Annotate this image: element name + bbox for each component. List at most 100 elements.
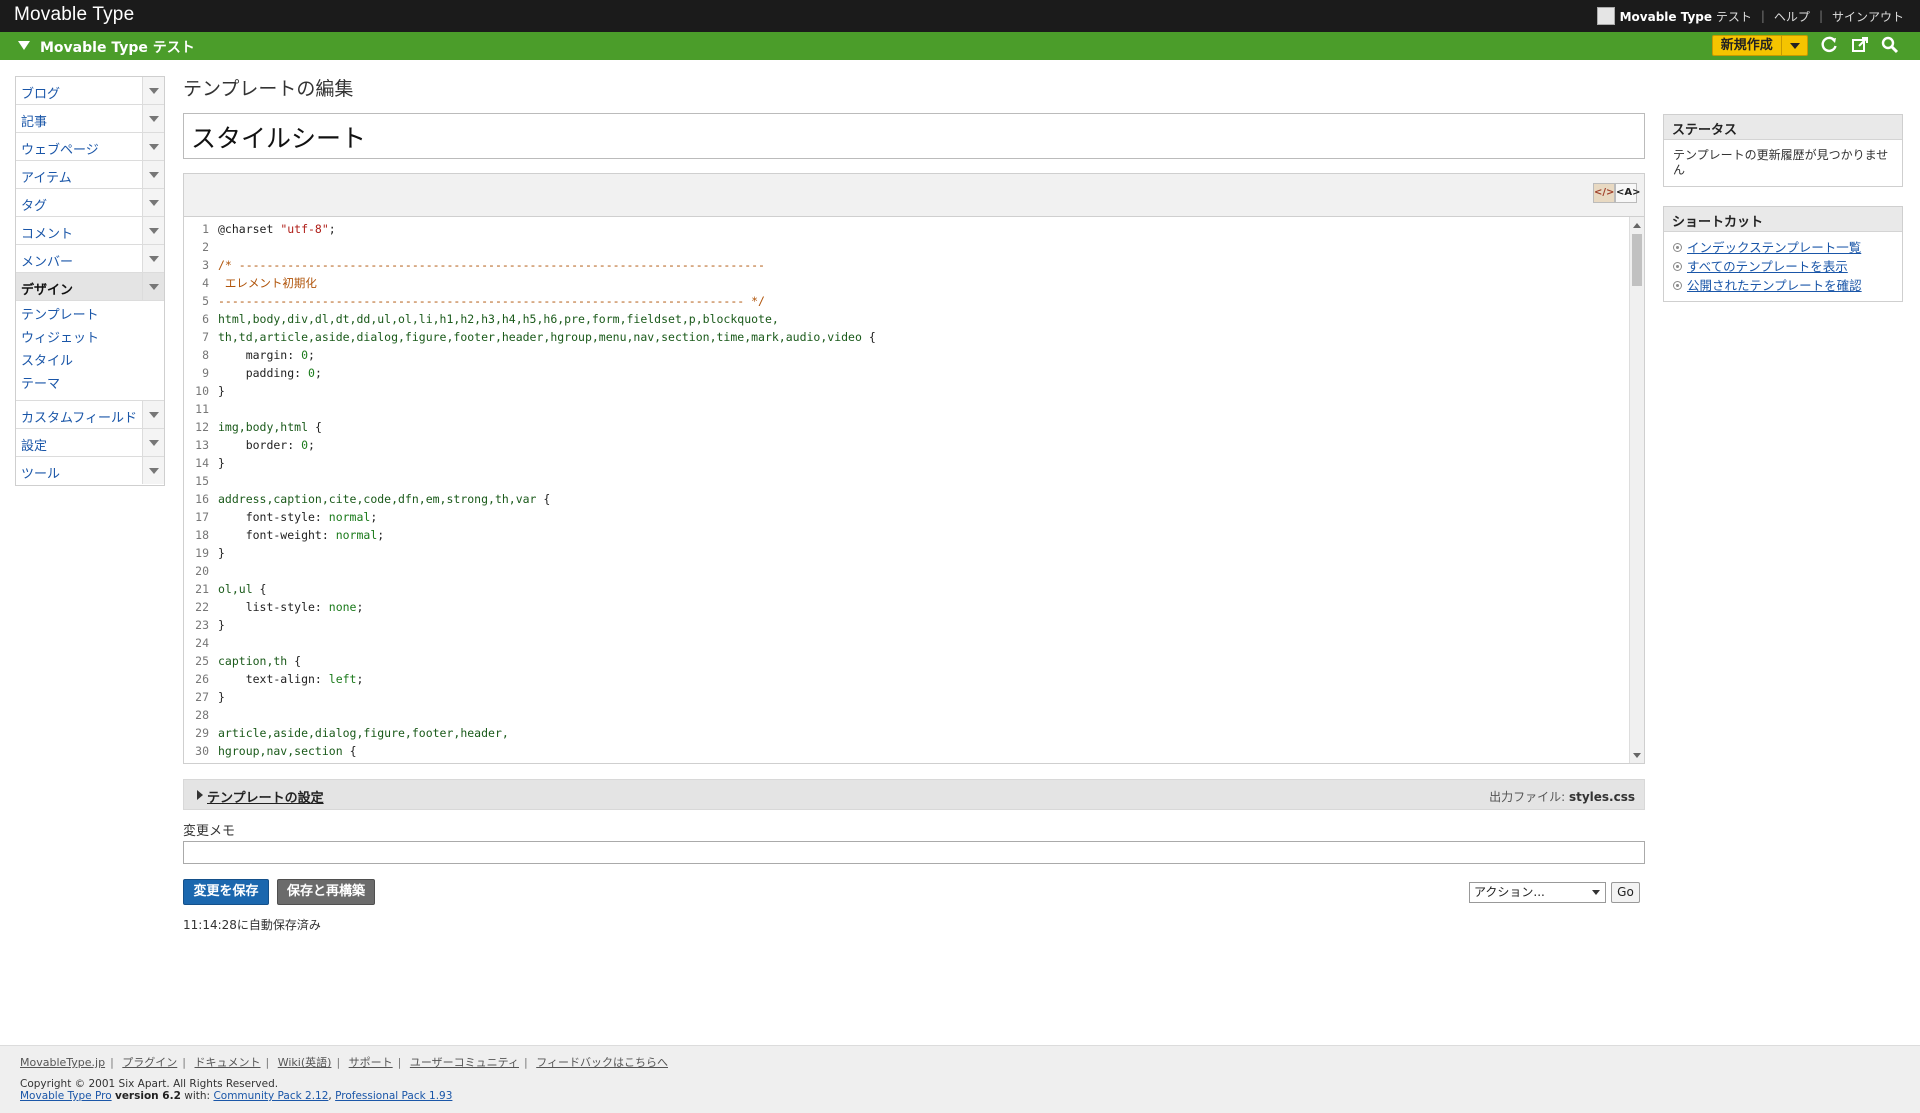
- chevron-down-icon[interactable]: [142, 189, 164, 216]
- sidebar-item-design[interactable]: デザイン: [16, 273, 164, 301]
- go-button[interactable]: Go: [1611, 882, 1640, 903]
- chevron-down-icon[interactable]: [142, 457, 164, 484]
- refresh-icon[interactable]: [1819, 36, 1839, 56]
- sidebar-item-label[interactable]: アイテム: [21, 167, 72, 186]
- signout-link[interactable]: サインアウト: [1832, 8, 1904, 25]
- footer-link[interactable]: ドキュメント: [195, 1056, 261, 1069]
- footer-link[interactable]: フィードバックはこちらへ: [536, 1056, 668, 1069]
- scroll-down-icon[interactable]: [1633, 753, 1641, 758]
- action-select[interactable]: アクション...: [1469, 882, 1606, 903]
- sidebar-item-label[interactable]: メンバー: [21, 251, 73, 270]
- sidebar-item-pages[interactable]: ウェブページ: [16, 133, 164, 161]
- footer-link[interactable]: Wiki(英語): [278, 1056, 332, 1069]
- sidebar-item-label[interactable]: デザイン: [21, 279, 73, 298]
- line-number: 13: [195, 438, 209, 452]
- line-number: 7: [202, 330, 209, 344]
- chevron-down-icon[interactable]: [142, 245, 164, 272]
- line-number: 15: [195, 474, 209, 488]
- sidebar-subitem-styles[interactable]: スタイル: [16, 350, 164, 373]
- professional-pack-link[interactable]: Professional Pack 1.93: [335, 1090, 452, 1102]
- sidebar-item-label[interactable]: 記事: [21, 111, 47, 130]
- scroll-up-icon[interactable]: [1633, 223, 1641, 228]
- sidebar-item-tools[interactable]: ツール: [16, 457, 164, 485]
- sidebar-subitem-themes[interactable]: テーマ: [16, 373, 164, 396]
- sidebar-item-label[interactable]: ツール: [21, 463, 60, 482]
- shortcut-link-index-templates[interactable]: インデックステンプレート一覧: [1687, 240, 1861, 255]
- sidebar-item-label[interactable]: カスタムフィールド: [21, 407, 137, 426]
- site-switcher-caret-icon[interactable]: [18, 41, 30, 50]
- sidebar-item-settings[interactable]: 設定: [16, 429, 164, 457]
- footer-link[interactable]: サポート: [349, 1056, 393, 1069]
- sidebar-item-blog[interactable]: ブログ: [16, 77, 164, 105]
- sidebar-item-members[interactable]: メンバー: [16, 245, 164, 273]
- chevron-down-icon[interactable]: [142, 133, 164, 160]
- change-memo-label: 変更メモ: [183, 824, 236, 839]
- line-number: 12: [195, 420, 209, 434]
- status-widget-title: ステータス: [1664, 115, 1902, 140]
- sidebar-subitem-widgets[interactable]: ウィジェット: [16, 327, 164, 350]
- code-line: エレメント初期化: [218, 276, 317, 290]
- separator: |: [110, 1056, 114, 1069]
- chevron-down-icon[interactable]: [142, 161, 164, 188]
- code-line: font-style: normal;: [218, 510, 378, 524]
- sidebar-item-label[interactable]: 設定: [21, 435, 47, 454]
- user-avatar[interactable]: [1596, 7, 1615, 25]
- output-file-name: styles.css: [1568, 790, 1635, 804]
- help-link[interactable]: ヘルプ: [1774, 8, 1810, 25]
- save-and-rebuild-button[interactable]: 保存と再構築: [277, 879, 375, 905]
- user-site-name-suffix: テスト: [1715, 9, 1752, 24]
- change-memo-input[interactable]: [183, 841, 1645, 864]
- site-name[interactable]: Movable Type テスト: [40, 37, 195, 57]
- view-site-icon[interactable]: [1850, 36, 1870, 56]
- chevron-down-icon[interactable]: [142, 105, 164, 132]
- code-line: font-weight: normal;: [218, 528, 385, 542]
- footer: MovableType.jp | プラグイン | ドキュメント | Wiki(英語) |…: [0, 1045, 1920, 1113]
- line-number: 3: [202, 258, 209, 272]
- code-textarea[interactable]: 1 2 3 4 5 6 7 8 9 10 11 12 13 14 15 16 17 18 19 20 21 22 23 24 2…: [184, 216, 1644, 763]
- line-number: 4: [202, 276, 209, 290]
- search-icon[interactable]: [1880, 36, 1900, 56]
- footer-link[interactable]: プラグイン: [122, 1056, 177, 1069]
- new-button-dropdown-icon[interactable]: [1782, 36, 1807, 55]
- community-pack-link[interactable]: Community Pack 2.12: [213, 1090, 328, 1102]
- copyright: Copyright © 2001 Six Apart. All Rights R…: [20, 1078, 279, 1090]
- user-site-name[interactable]: Movable Type テスト: [1620, 8, 1752, 25]
- sidebar-item-assets[interactable]: アイテム: [16, 161, 164, 189]
- sidebar-item-custom-fields[interactable]: カスタムフィールド: [16, 401, 164, 429]
- new-button-label[interactable]: 新規作成: [1713, 36, 1782, 55]
- scroll-thumb[interactable]: [1632, 234, 1642, 286]
- template-settings-label[interactable]: テンプレートの設定: [207, 787, 324, 806]
- footer-link[interactable]: ユーザーコミュニティ: [410, 1056, 519, 1069]
- chevron-down-icon[interactable]: [142, 429, 164, 456]
- sidebar-item-label[interactable]: タグ: [21, 195, 47, 214]
- chevron-down-icon[interactable]: [142, 77, 164, 104]
- brand-logo[interactable]: Movable Type: [14, 4, 134, 26]
- product-link[interactable]: Movable Type Pro: [20, 1090, 112, 1102]
- shortcut-link-all-templates[interactable]: すべてのテンプレートを表示: [1687, 259, 1848, 274]
- separator: |: [397, 1056, 402, 1069]
- chevron-down-icon[interactable]: [142, 217, 164, 244]
- sidebar-item-label[interactable]: コメント: [21, 223, 73, 242]
- sidebar-subitem-templates[interactable]: テンプレート: [16, 304, 164, 327]
- footer-link[interactable]: MovableType.jp: [20, 1056, 105, 1069]
- plain-text-toggle[interactable]: <A>: [1615, 183, 1641, 203]
- bullet-icon: [1673, 262, 1682, 271]
- refresh-icon-svg: [1821, 36, 1837, 53]
- editor-scrollbar[interactable]: [1629, 217, 1644, 763]
- template-name-input[interactable]: スタイルシート: [183, 113, 1645, 159]
- sidebar-item-comments[interactable]: コメント: [16, 217, 164, 245]
- sidebar-item-label[interactable]: ブログ: [21, 83, 60, 102]
- chevron-down-icon[interactable]: [142, 401, 164, 428]
- syntax-highlight-toggle[interactable]: </>: [1593, 183, 1615, 203]
- sidebar-item-entries[interactable]: 記事: [16, 105, 164, 133]
- code-line: img,body,html {: [218, 420, 322, 434]
- new-button[interactable]: 新規作成: [1712, 35, 1808, 56]
- shortcut-link-published-templates[interactable]: 公開されたテンプレートを確認: [1687, 278, 1862, 293]
- sidebar-item-tags[interactable]: タグ: [16, 189, 164, 217]
- sidebar-item-label[interactable]: ウェブページ: [21, 139, 99, 158]
- line-number: 6: [202, 312, 209, 326]
- line-number: 16: [195, 492, 209, 506]
- template-settings-toggle[interactable]: テンプレートの設定 出力ファイル: styles.css: [183, 779, 1645, 810]
- chevron-down-icon[interactable]: [142, 273, 164, 300]
- save-button[interactable]: 変更を保存: [183, 879, 269, 905]
